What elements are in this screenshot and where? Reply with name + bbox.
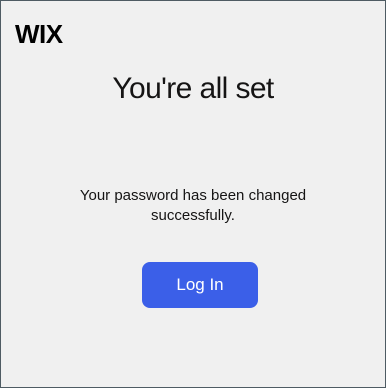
- confirmation-panel: WIX You're all set Your password has bee…: [0, 0, 386, 388]
- login-button[interactable]: Log In: [142, 262, 258, 308]
- success-message: Your password has been changed successfu…: [79, 187, 307, 224]
- wix-logo: WIX: [15, 19, 63, 49]
- page-title: You're all set: [112, 72, 274, 105]
